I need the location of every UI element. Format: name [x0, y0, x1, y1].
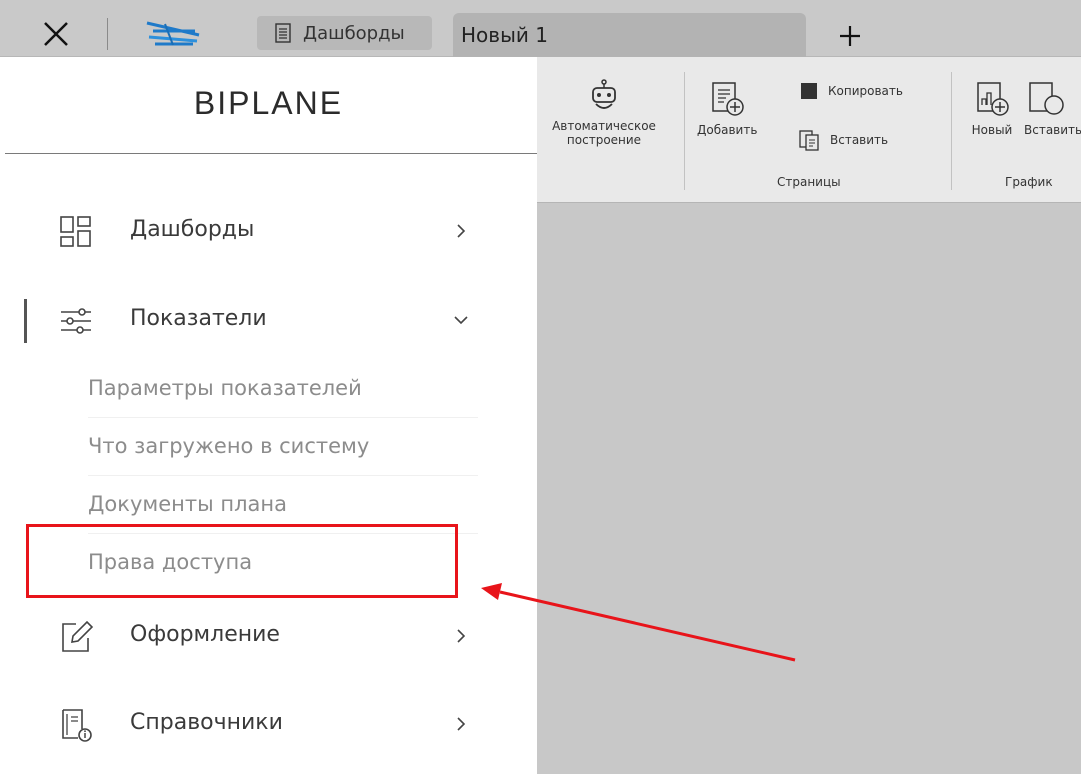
chevron-right-icon — [457, 629, 466, 643]
submenu-item-access-rights[interactable]: Права доступа — [88, 534, 478, 592]
new-chart-button[interactable]: Новый — [967, 79, 1017, 137]
ribbon-divider — [684, 72, 685, 190]
submenu-item-label: Параметры показателей — [88, 376, 362, 400]
dashboard-grid-icon — [60, 216, 91, 247]
submenu-item-label: Документы плана — [88, 492, 287, 516]
ribbon-toolbar: Автоматическое построение Добавить Копир… — [537, 57, 1081, 203]
reference-book-icon — [62, 709, 92, 742]
auto-build-label-1: Автоматическое — [552, 119, 656, 133]
copy-icon — [801, 83, 817, 99]
paste-chart-button[interactable]: Вставить — [1024, 79, 1081, 137]
auto-build-label-2: построение — [566, 133, 642, 147]
sliders-icon — [61, 308, 91, 334]
robot-icon — [592, 79, 616, 109]
new-chart-icon — [977, 82, 1009, 116]
active-indicator — [24, 299, 27, 343]
paste-chart-icon — [1029, 82, 1064, 115]
sidebar-item-dashboards[interactable]: Дашборды — [0, 200, 537, 260]
chart-group-label: График — [1005, 175, 1053, 189]
sidebar-item-design-label: Оформление — [130, 622, 280, 647]
submenu-item-label: Права доступа — [88, 550, 253, 574]
copy-page-label: Копировать — [828, 84, 903, 98]
sidebar-item-indicators-label: Показатели — [130, 306, 267, 331]
sidebar: BIPLANE Дашборды Показатели Параметры по… — [0, 57, 537, 774]
paste-chart-label: Вставить — [1024, 123, 1081, 137]
brand-divider — [5, 153, 537, 154]
pages-group-label: Страницы — [777, 175, 841, 189]
paste-page-label: Вставить — [830, 133, 889, 147]
tab-divider — [107, 18, 108, 50]
paste-page-button[interactable]: Вставить — [798, 129, 888, 151]
chevron-down-icon — [454, 316, 468, 325]
paste-icon — [799, 130, 819, 151]
add-page-button[interactable]: Добавить — [697, 79, 757, 137]
ribbon-divider — [951, 72, 952, 190]
document-icon — [275, 23, 291, 43]
add-page-icon — [712, 82, 744, 116]
tab-strip: Дашборды Новый 1 — [0, 0, 1081, 57]
sidebar-item-dashboards-label: Дашборды — [130, 217, 255, 242]
sidebar-item-references-label: Справочники — [130, 710, 283, 735]
sidebar-item-references[interactable]: Справочники — [0, 693, 537, 753]
chevron-right-icon — [457, 717, 466, 731]
new-chart-label: Новый — [971, 123, 1013, 137]
add-page-label: Добавить — [697, 123, 758, 137]
tab-dashboards[interactable]: Дашборды — [257, 16, 432, 50]
submenu-item-loaded-data[interactable]: Что загружено в систему — [88, 418, 478, 476]
submenu-item-indicator-params[interactable]: Параметры показателей — [88, 360, 478, 418]
tab-dashboards-label: Дашборды — [303, 22, 405, 44]
submenu-item-label: Что загружено в систему — [88, 434, 370, 458]
chevron-right-icon — [457, 224, 466, 238]
close-icon[interactable] — [40, 18, 72, 50]
brand-logo-text: BIPLANE — [193, 85, 344, 121]
plus-icon[interactable] — [836, 22, 864, 50]
copy-page-button[interactable]: Копировать — [800, 82, 903, 100]
biplane-logo-icon[interactable] — [143, 19, 203, 49]
sidebar-item-indicators[interactable]: Показатели — [0, 289, 537, 349]
edit-icon — [62, 620, 94, 652]
sidebar-item-design[interactable]: Оформление — [0, 605, 537, 665]
auto-build-button[interactable]: Автоматическое построение — [537, 79, 671, 147]
submenu-item-plan-documents[interactable]: Документы плана — [88, 476, 478, 534]
tab-new-1-label: Новый 1 — [461, 23, 548, 47]
workspace-canvas — [537, 203, 1081, 774]
tab-new-1[interactable]: Новый 1 — [453, 13, 806, 57]
